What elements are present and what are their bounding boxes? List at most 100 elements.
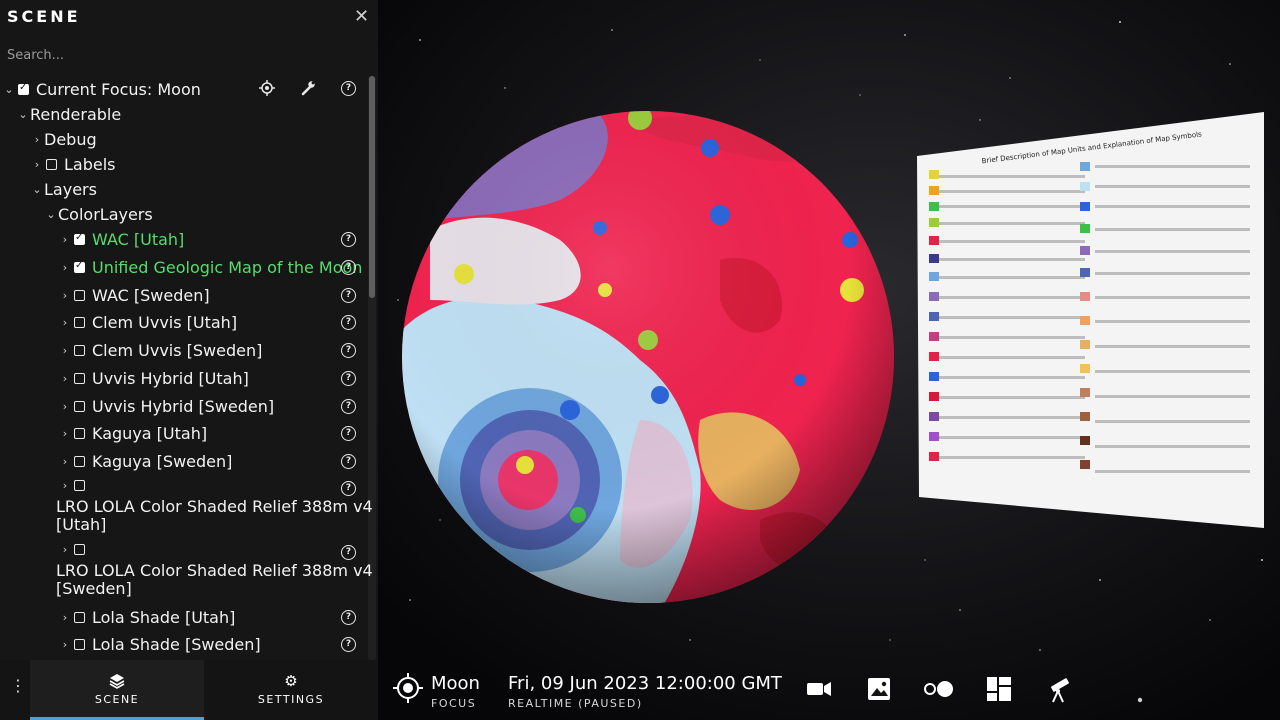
layer-label: Clem Uvvis [Utah]: [92, 313, 238, 332]
layer-item-lola-utah[interactable]: ›: [58, 479, 92, 492]
help-icon[interactable]: ?: [341, 545, 356, 560]
help-icon[interactable]: ?: [341, 232, 356, 247]
chevron-right-icon[interactable]: ›: [58, 455, 72, 468]
layer-item[interactable]: › Lola Shade [Sweden]: [58, 635, 261, 654]
dashboard-icon[interactable]: [986, 676, 1012, 702]
layer-item[interactable]: › Lola Shade [Utah]: [58, 608, 236, 627]
layer-item[interactable]: › Clem Uvvis [Sweden]: [58, 341, 263, 360]
layer-label: Lola Shade [Sweden]: [92, 635, 261, 654]
chevron-down-icon[interactable]: ⌄: [44, 208, 58, 221]
focus-checkbox[interactable]: [18, 82, 29, 95]
layer-checkbox[interactable]: [74, 232, 85, 245]
help-icon[interactable]: ?: [341, 454, 356, 469]
chevron-down-icon[interactable]: ⌄: [2, 83, 16, 96]
chevron-right-icon[interactable]: ›: [58, 400, 72, 413]
layer-item[interactable]: › Clem Uvvis [Utah]: [58, 313, 237, 332]
help-icon[interactable]: ?: [341, 637, 356, 652]
chevron-right-icon[interactable]: ›: [58, 316, 72, 329]
chevron-right-icon[interactable]: ›: [58, 611, 72, 624]
wrench-icon[interactable]: [300, 80, 316, 96]
focus-target-icon[interactable]: [392, 672, 424, 704]
layer-checkbox[interactable]: [74, 612, 85, 623]
layer-item[interactable]: › WAC [Utah]: [58, 230, 184, 249]
help-icon[interactable]: ?: [341, 81, 356, 96]
chevron-right-icon[interactable]: ›: [58, 479, 72, 492]
labels-checkbox[interactable]: [46, 159, 57, 170]
colorlayers-label: ColorLayers: [58, 205, 153, 224]
more-options-icon[interactable]: ⋮: [10, 676, 26, 695]
chevron-right-icon[interactable]: ›: [58, 261, 72, 274]
layer-label: Unified Geologic Map of the Moon: [92, 258, 363, 277]
layer-checkbox[interactable]: [74, 639, 85, 650]
tab-settings[interactable]: ⚙ SETTINGS: [204, 660, 378, 720]
camera-icon[interactable]: [806, 676, 832, 702]
layer-label-line: [Utah]: [56, 515, 107, 534]
tree-item-renderable[interactable]: ⌄ Renderable: [16, 105, 121, 124]
chevron-right-icon[interactable]: ›: [58, 427, 72, 440]
layer-label-line: LRO LOLA Color Shaded Relief 388m v4: [56, 561, 373, 580]
layer-checkbox[interactable]: [74, 480, 85, 491]
sidebar-footer: SCENE ⚙ SETTINGS: [0, 660, 378, 720]
help-icon[interactable]: ?: [341, 399, 356, 414]
debug-label: Debug: [44, 130, 97, 149]
layer-item[interactable]: › Unified Geologic Map of the Moon: [58, 258, 363, 277]
close-icon[interactable]: ✕: [354, 6, 369, 27]
layer-item-lola-sweden[interactable]: ›: [58, 543, 92, 556]
help-icon[interactable]: ?: [341, 426, 356, 441]
tab-scene[interactable]: SCENE: [30, 660, 204, 720]
help-icon[interactable]: ?: [341, 315, 356, 330]
layer-label-line: LRO LOLA Color Shaded Relief 388m v4: [56, 497, 373, 516]
scrollbar-thumb[interactable]: [369, 76, 375, 298]
chevron-right-icon[interactable]: ›: [58, 543, 72, 556]
chevron-right-icon[interactable]: ›: [58, 344, 72, 357]
layer-item[interactable]: › Uvvis Hybrid [Utah]: [58, 369, 249, 388]
chevron-right-icon[interactable]: ›: [58, 233, 72, 246]
telescope-icon[interactable]: [1045, 676, 1073, 704]
tree-item-layers[interactable]: ⌄ Layers: [30, 180, 97, 199]
layer-checkbox[interactable]: [74, 290, 85, 301]
layer-checkbox[interactable]: [74, 317, 85, 328]
layer-item[interactable]: › Kaguya [Sweden]: [58, 452, 233, 471]
help-icon[interactable]: ?: [341, 481, 356, 496]
help-icon[interactable]: ?: [341, 343, 356, 358]
chevron-right-icon[interactable]: ›: [30, 133, 44, 146]
chevron-right-icon[interactable]: ›: [58, 638, 72, 651]
layer-label-lola-sweden: LRO LOLA Color Shaded Relief 388m v4 [Sw…: [56, 562, 373, 598]
image-icon[interactable]: [866, 676, 892, 702]
layer-label: Uvvis Hybrid [Sweden]: [92, 397, 275, 416]
chevron-down-icon[interactable]: ⌄: [30, 183, 44, 196]
chevron-down-icon[interactable]: ⌄: [16, 108, 30, 121]
layer-label: Clem Uvvis [Sweden]: [92, 341, 263, 360]
layer-checkbox[interactable]: [74, 544, 85, 555]
search-input[interactable]: [0, 41, 378, 69]
dots-icon[interactable]: [923, 676, 955, 702]
layer-item[interactable]: › WAC [Sweden]: [58, 286, 210, 305]
labels-label: Labels: [64, 155, 116, 174]
layer-checkbox[interactable]: [74, 428, 85, 439]
layer-checkbox[interactable]: [74, 373, 85, 384]
date-time[interactable]: Fri, 09 Jun 2023 12:00:00 GMT: [508, 673, 782, 694]
chevron-right-icon[interactable]: ›: [58, 372, 72, 385]
chevron-right-icon[interactable]: ›: [58, 289, 72, 302]
help-icon[interactable]: ?: [341, 371, 356, 386]
layer-checkbox[interactable]: [74, 456, 85, 467]
tree-item-colorlayers[interactable]: ⌄ ColorLayers: [44, 205, 153, 224]
layer-item[interactable]: › Uvvis Hybrid [Sweden]: [58, 397, 274, 416]
layer-checkbox[interactable]: [74, 345, 85, 356]
tree-item-debug[interactable]: › Debug: [30, 130, 97, 149]
layer-label-lola-utah: LRO LOLA Color Shaded Relief 388m v4 [Ut…: [56, 498, 373, 534]
layer-item[interactable]: › Kaguya [Utah]: [58, 424, 207, 443]
layer-checkbox[interactable]: [74, 401, 85, 412]
tree-item-current-focus[interactable]: ⌄ Current Focus: Moon: [2, 80, 200, 99]
target-icon[interactable]: [259, 80, 275, 96]
help-icon[interactable]: ?: [341, 260, 356, 275]
layer-label: Uvvis Hybrid [Utah]: [92, 369, 249, 388]
sidebar-title: SCENE: [7, 7, 81, 26]
focus-name[interactable]: Moon: [431, 673, 480, 694]
layer-checkbox[interactable]: [74, 260, 85, 273]
help-icon[interactable]: ?: [341, 288, 356, 303]
chevron-right-icon[interactable]: ›: [30, 158, 44, 171]
layers-icon: [109, 674, 125, 689]
help-icon[interactable]: ?: [341, 610, 356, 625]
tree-item-labels[interactable]: › Labels: [30, 155, 116, 174]
